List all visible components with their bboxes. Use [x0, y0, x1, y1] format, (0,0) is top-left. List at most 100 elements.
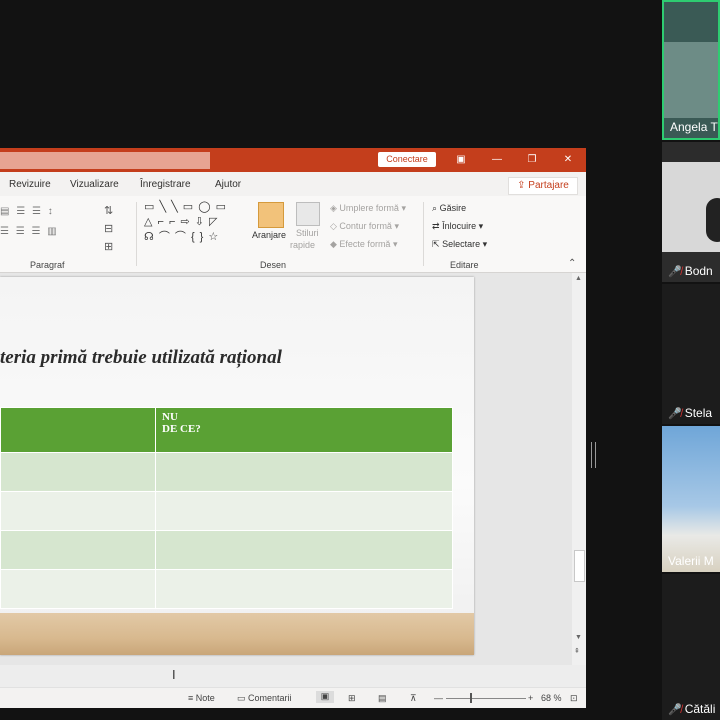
tab-recording[interactable]: Înregistrare: [140, 179, 191, 190]
paragraph-controls-row1[interactable]: ▤ ☰ ☰ ↕: [0, 206, 55, 217]
comments-label: Comentarii: [248, 693, 292, 703]
zoom-slider-thumb[interactable]: [470, 693, 472, 703]
maximize-icon[interactable]: ❐: [524, 152, 540, 168]
ribbon-tabs: Revizuire Vizualizare Înregistrare Ajuto…: [0, 172, 586, 196]
search-box[interactable]: [0, 152, 210, 169]
fit-slide-icon[interactable]: ⊡: [570, 693, 578, 704]
participant-tile[interactable]: 🎤̸ Bodn: [662, 142, 720, 282]
participant-tile[interactable]: 🎤̸ Stela: [662, 284, 720, 424]
find-label: Găsire: [439, 203, 467, 213]
shape-effects-label: Efecte formă: [339, 239, 391, 249]
select-button[interactable]: ⇱ Selectare ▾: [432, 239, 487, 250]
previous-slide-icon[interactable]: ⇞: [574, 647, 580, 655]
shapes-gallery[interactable]: ▭ ╲ ╲ ▭ ◯ ▭ △ ⌐ ⌐ ⇨ ⇩ ◸ ☊ ⌒ ⌒ { } ☆: [144, 200, 240, 248]
slide-title: teria primă trebuie utilizată rațional: [0, 347, 282, 368]
table-header-cell: NU DE CE?: [155, 407, 453, 453]
share-button[interactable]: ⇪ Partajare: [508, 177, 578, 195]
participant-name: Valerii M: [668, 554, 714, 568]
tab-view[interactable]: Vizualizare: [70, 179, 119, 190]
search-icon: ⌕: [432, 203, 438, 213]
tab-help[interactable]: Ajutor: [215, 179, 241, 190]
notes-button[interactable]: ≡ Note: [188, 693, 215, 703]
align-text-icon[interactable]: ⊟: [104, 222, 113, 235]
zoom-in-icon[interactable]: +: [528, 693, 533, 703]
arrange-icon: [258, 202, 284, 228]
quick-styles-label-2[interactable]: rapide: [290, 240, 315, 250]
paragraph-controls-row2[interactable]: ☰ ☰ ☰ ▥: [0, 226, 59, 237]
notes-label: Note: [195, 693, 215, 703]
participant-tile[interactable]: Valerii M: [662, 426, 720, 572]
quick-styles-icon: [296, 202, 320, 226]
table-row: [0, 530, 453, 570]
replace-icon: ⇄: [432, 221, 440, 231]
divider: [136, 202, 137, 266]
muted-mic-icon: 🎤̸: [668, 266, 682, 278]
participant-name: Stela: [684, 406, 713, 420]
muted-mic-icon: 🎤̸: [668, 408, 682, 420]
comments-button[interactable]: ▭ Comentarii: [237, 693, 292, 704]
participant-name-row: 🎤̸ Stela: [668, 406, 712, 420]
shape-effects-button[interactable]: ◆ Efecte formă ▾: [330, 239, 397, 250]
quick-styles-label-1[interactable]: Stiluri: [296, 228, 319, 238]
group-label-editing: Editare: [450, 260, 479, 270]
header-nu: NU: [162, 411, 178, 423]
powerpoint-window: Conectare ▣ — ❐ ✕ Revizuire Vizualizare …: [0, 148, 586, 708]
arrange-button[interactable]: Aranjare: [252, 230, 286, 240]
scroll-down-icon[interactable]: ▼: [575, 634, 582, 641]
table-header-row: NU DE CE?: [0, 407, 453, 453]
participant-video: [664, 42, 718, 118]
slideshow-icon[interactable]: ⊼: [410, 693, 417, 704]
slide[interactable]: teria primă trebuie utilizată rațional N…: [0, 277, 474, 655]
status-bar: ≡ Note ▭ Comentarii ▣ ⊞ ▤ ⊼ — + 68 % ⊡: [0, 687, 586, 708]
smartart-icon[interactable]: ⊞: [104, 240, 113, 253]
participant-name-row: 🎤̸ Bodn: [668, 264, 713, 278]
participant-name: Angela T: [670, 120, 718, 134]
text-cursor-icon: I: [172, 667, 176, 682]
zoom-out-icon[interactable]: —: [434, 693, 443, 703]
minimize-icon[interactable]: —: [489, 152, 505, 168]
find-button[interactable]: ⌕ Găsire: [432, 203, 466, 214]
ribbon: ▤ ☰ ☰ ↕ ☰ ☰ ☰ ▥ ⇅ ⊟ ⊞ Paragraf ▭ ╲ ╲ ▭ ◯…: [0, 196, 586, 273]
close-icon[interactable]: ✕: [560, 152, 576, 168]
zoom-level[interactable]: 68 %: [541, 693, 562, 703]
text-direction-icon[interactable]: ⇅: [104, 204, 113, 217]
muted-mic-icon: 🎤̸: [668, 704, 682, 716]
reading-view-icon[interactable]: ▤: [378, 693, 387, 704]
cursor-icon: ⇱: [432, 239, 440, 249]
table-header-cell: [0, 407, 156, 453]
sign-in-button[interactable]: Conectare: [378, 152, 436, 167]
divider: [423, 202, 424, 266]
normal-view-icon[interactable]: ▣: [316, 691, 334, 703]
participant-tile[interactable]: Angela T: [662, 0, 720, 140]
ribbon-display-options-icon[interactable]: ▣: [453, 152, 469, 168]
shapes-row-3: ☊ ⌒ ⌒ { } ☆: [144, 231, 220, 243]
shape-outline-button[interactable]: ◇ Contur formă ▾: [330, 221, 399, 232]
table-cell: [0, 452, 156, 492]
tab-review[interactable]: Revizuire: [9, 179, 51, 190]
shape-outline-label: Contur formă: [339, 221, 392, 231]
header-de-ce: DE CE?: [162, 423, 201, 435]
title-bar: Conectare ▣ — ❐ ✕: [0, 148, 586, 172]
shape-fill-label: Umplere formă: [339, 203, 399, 213]
scroll-up-icon[interactable]: ▲: [575, 275, 582, 282]
slide-sorter-icon[interactable]: ⊞: [348, 693, 356, 704]
select-label: Selectare: [442, 239, 481, 249]
participant-name: Bodn: [684, 264, 713, 278]
share-icon: ⇪: [517, 180, 529, 191]
collapse-ribbon-icon[interactable]: ⌃: [568, 258, 576, 269]
scrollbar-thumb[interactable]: [574, 550, 585, 582]
layout-splitter-handle[interactable]: [591, 442, 596, 468]
table-row: [0, 569, 453, 609]
shape-fill-button[interactable]: ◈ Umplere formă ▾: [330, 203, 406, 214]
participant-tile[interactable]: 🎤̸ Cătăli: [662, 574, 720, 720]
shapes-row-1: ▭ ╲ ╲ ▭ ◯ ▭: [144, 201, 228, 213]
group-label-paragraph: Paragraf: [30, 260, 65, 270]
table-cell: [155, 452, 453, 492]
shapes-row-2: △ ⌐ ⌐ ⇨ ⇩ ◸: [144, 216, 219, 228]
group-label-drawing: Desen: [260, 260, 287, 270]
notes-pane[interactable]: I: [0, 665, 586, 687]
replace-button[interactable]: ⇄ Înlocuire ▾: [432, 221, 483, 232]
zoom-slider[interactable]: [446, 698, 526, 699]
vertical-scrollbar[interactable]: ▲ ▼ ⇞: [572, 273, 586, 665]
slide-table[interactable]: NU DE CE?: [0, 407, 453, 609]
